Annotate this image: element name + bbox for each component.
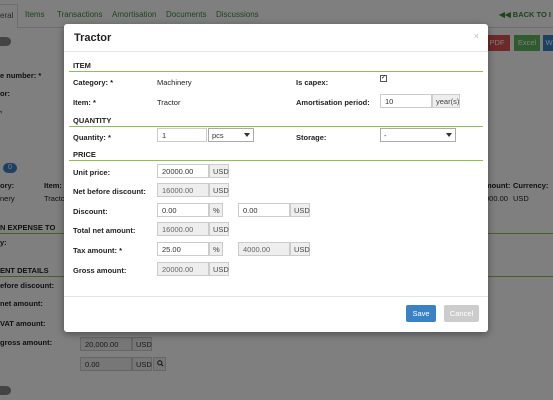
item-value: Tractor: [157, 98, 181, 107]
quantity-unit-select[interactable]: pcs: [208, 128, 254, 142]
net-before-discount-label: Net before discount:: [73, 187, 146, 196]
net-before-discount-currency-addon: USD: [209, 183, 229, 197]
save-button[interactable]: Save: [406, 305, 436, 322]
cancel-button[interactable]: Cancel: [444, 305, 479, 322]
amortisation-period-label: Amortisation period:: [296, 98, 370, 107]
quantity-unit-value: pcs: [212, 131, 224, 140]
total-net-currency-addon: USD: [209, 222, 229, 236]
net-before-discount-field: 16000.00: [157, 183, 209, 197]
unit-price-input[interactable]: 20000.00: [157, 164, 209, 178]
item-section-title: ITEM: [73, 61, 91, 70]
storage-select[interactable]: -: [380, 128, 456, 142]
price-section-title: PRICE: [73, 150, 96, 159]
total-net-amount-label: Total net amount:: [73, 226, 136, 235]
amortisation-period-input[interactable]: 10: [380, 94, 432, 108]
quantity-section-title: QUANTITY: [73, 116, 112, 125]
category-label: Category: *: [73, 78, 114, 87]
quantity-input[interactable]: 1: [157, 128, 207, 142]
chevron-down-icon: [244, 133, 250, 137]
section-divider: [69, 71, 483, 72]
gross-amount-label: Gross amount:: [73, 266, 127, 275]
modal-header: Tractor ×: [64, 24, 488, 52]
unit-price-currency-addon: USD: [209, 164, 229, 178]
item-modal: Tractor × ITEM Category: * Machinery Is …: [64, 24, 488, 332]
item-label: Item: *: [73, 98, 96, 107]
gross-amount-field: 20000.00: [157, 262, 209, 276]
discount-label: Discount:: [73, 207, 108, 216]
amortisation-unit-addon: year(s): [432, 94, 460, 108]
unit-price-label: Unit price:: [73, 168, 111, 177]
tax-percent-input[interactable]: 25.00: [157, 242, 209, 256]
discount-percent-addon: %: [209, 203, 223, 217]
total-net-amount-field: 16000.00: [157, 222, 209, 236]
tax-amount-label: Tax amount: *: [73, 246, 123, 255]
section-divider: [69, 126, 483, 127]
discount-amount-currency-addon: USD: [290, 203, 310, 217]
modal-footer-divider: [64, 296, 488, 297]
gross-currency-addon: USD: [209, 262, 229, 276]
section-divider: [69, 160, 483, 161]
storage-label: Storage:: [296, 133, 327, 142]
quantity-label: Quantity: *: [73, 133, 111, 142]
tax-percent-addon: %: [209, 242, 223, 256]
discount-amount-input[interactable]: 0.00: [238, 203, 290, 217]
storage-value: -: [384, 131, 387, 140]
category-value: Machinery: [157, 78, 192, 87]
modal-title: Tractor: [74, 32, 112, 44]
is-capex-label: Is capex:: [296, 78, 329, 87]
chevron-down-icon: [446, 133, 452, 137]
is-capex-checkbox[interactable]: ✓: [380, 75, 387, 82]
tax-amount-field: 4000.00: [238, 242, 290, 256]
tax-amount-currency-addon: USD: [290, 242, 310, 256]
discount-percent-input[interactable]: 0.00: [157, 203, 209, 217]
close-icon[interactable]: ×: [474, 31, 479, 41]
